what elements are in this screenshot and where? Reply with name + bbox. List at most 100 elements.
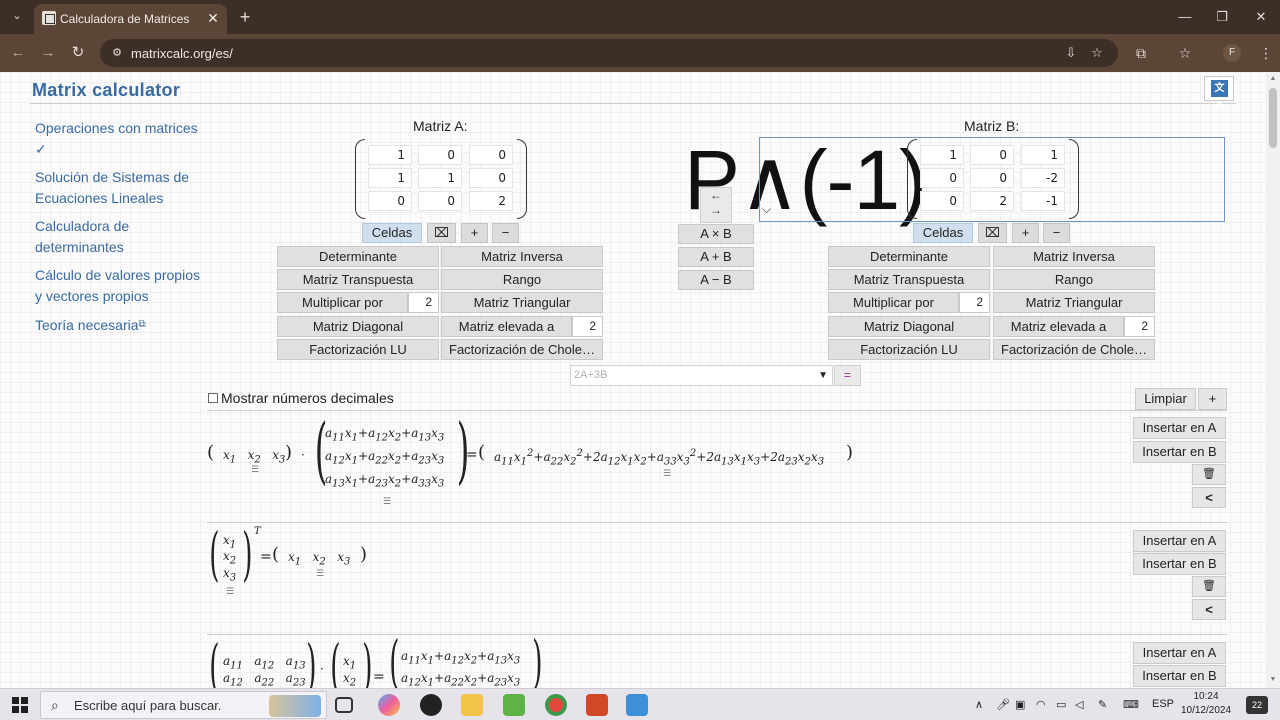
back-icon[interactable]: ← [8,43,28,63]
matrix-a-cell[interactable]: 1 [368,145,412,165]
matrix-a-diagonal-button[interactable]: Matriz Diagonal [277,316,439,337]
sidebar-item-eigen[interactable]: Cálculo de valores propios y vectores pr… [35,265,200,307]
matrix-b-determinant-button[interactable]: Determinante [828,246,990,267]
share-icon[interactable]: < [1192,487,1226,508]
chrome-icon[interactable] [545,694,567,716]
matrix-a-inverse-button[interactable]: Matriz Inversa [441,246,603,267]
powerpoint-icon[interactable] [586,694,608,716]
sidebar-item-linear-systems[interactable]: Solución de Sistemas de Ecuaciones Linea… [35,167,200,209]
show-decimals-toggle[interactable]: Mostrar números decimales [208,390,394,406]
evaluate-button[interactable]: = [834,365,861,386]
matrix-a-cholesky-button[interactable]: Factorización de Chole… [441,339,603,360]
copilot-icon[interactable] [378,694,400,716]
site-info-icon[interactable]: ⚙ [110,46,124,60]
bookmark-star-icon[interactable]: ☆ [1088,44,1106,62]
taskbar-search[interactable]: ⌕ Escribe aquí para buscar. [40,691,327,719]
result-menu-icon[interactable]: ☰ [251,464,259,475]
matrix-a-cell[interactable]: 2 [469,191,513,211]
tray-expand-icon[interactable]: ∧ [975,698,983,711]
matrix-b-transpose-button[interactable]: Matriz Transpuesta [828,269,990,290]
sidebar-item-theory[interactable]: Teoría necesaria⧉ [35,314,200,336]
tab-close-icon[interactable]: ✕ [205,10,221,26]
matrix-a-transpose-button[interactable]: Matriz Transpuesta [277,269,439,290]
matrix-b-cell[interactable]: 1 [920,145,964,165]
reload-icon[interactable]: ↻ [68,43,88,63]
matrix-a-cell[interactable]: 0 [418,191,462,211]
file-explorer-icon[interactable] [461,694,483,716]
result-menu-icon[interactable]: ☰ [383,496,391,507]
expression-input[interactable]: 2A+3B ▼ [570,365,833,386]
bookmarks-icon[interactable]: ☆ [1175,43,1195,63]
forward-icon[interactable]: → [38,43,58,63]
share-icon[interactable]: < [1192,599,1226,620]
matrix-b-cells-button[interactable]: Celdas [913,223,973,243]
insert-b-button[interactable]: Insertar en B [1133,553,1226,575]
matrix-b-power-input[interactable]: 2 [1124,316,1155,337]
result-menu-icon[interactable]: ☰ [226,586,234,597]
extensions-icon[interactable]: ⧉ [1131,43,1151,63]
notification-badge[interactable]: 22 [1246,696,1268,714]
swap-matrices-button[interactable]: ← → [700,187,732,223]
insert-b-button[interactable]: Insertar en B [1133,441,1226,463]
matrix-a-cell[interactable]: 0 [418,145,462,165]
keyboard-icon[interactable]: ⌨ [1123,698,1139,711]
matrix-b-multiply-input[interactable]: 2 [959,292,990,313]
matrix-a-power-button[interactable]: Matriz elevada a [441,316,572,337]
matrix-a-triangular-button[interactable]: Matriz Triangular [441,292,603,313]
language-indicator[interactable]: ESP [1152,698,1174,710]
install-app-icon[interactable]: ⇩ [1062,44,1080,62]
matrix-a-cells-button[interactable]: Celdas [362,223,422,243]
windows-start-icon[interactable] [12,697,28,713]
language-button[interactable]: 文A [1204,76,1234,111]
matrix-a-add-row-button[interactable]: + [461,223,488,243]
new-tab-button[interactable]: + [235,7,255,27]
matrix-a-cell[interactable]: 0 [368,191,412,211]
matrix-a-lu-button[interactable]: Factorización LU [277,339,439,360]
profile-avatar[interactable]: F [1223,44,1241,62]
matrix-b-cell[interactable]: 0 [970,168,1014,188]
tab-search-icon[interactable]: ⌄ [8,9,26,25]
matrix-a-cell[interactable]: 1 [418,168,462,188]
taskbar-clock[interactable]: 10:24 10/12/2024 [1176,690,1236,718]
decimals-checkbox[interactable] [208,393,218,403]
matrix-a-multiply-input[interactable]: 2 [408,292,439,313]
multiply-ab-button[interactable]: A × B [678,224,754,244]
matrix-b-triangular-button[interactable]: Matriz Triangular [993,292,1155,313]
matrix-b-cell[interactable]: 0 [920,168,964,188]
matrix-b-remove-row-button[interactable]: − [1043,223,1070,243]
site-title[interactable]: Matrix calculator [32,80,180,101]
sidebar-item-operations[interactable]: Operaciones con matrices ✓ [35,118,200,160]
page-scrollbar[interactable]: ▲ ▼ [1266,72,1280,688]
delete-icon[interactable]: 🗑 [1192,576,1226,597]
matrix-b-power-button[interactable]: Matriz elevada a [993,316,1124,337]
volume-icon[interactable]: ◁ [1075,698,1083,711]
matrix-b-lu-button[interactable]: Factorización LU [828,339,990,360]
battery-icon[interactable]: ▭ [1056,698,1066,711]
subtract-ab-button[interactable]: A − B [678,270,754,290]
insert-a-button[interactable]: Insertar en A [1133,642,1226,664]
add-ab-button[interactable]: A + B [678,247,754,267]
matrix-a-multiply-button[interactable]: Multiplicar por [277,292,408,313]
matrix-b-multiply-button[interactable]: Multiplicar por [828,292,959,313]
scrollbar-thumb[interactable] [1269,88,1277,148]
matrix-a-power-input[interactable]: 2 [572,316,603,337]
menu-icon[interactable]: ⋮ [1256,43,1276,63]
matrix-b-inverse-button[interactable]: Matriz Inversa [993,246,1155,267]
matrix-b-cell[interactable]: 0 [920,191,964,211]
matrix-b-cell[interactable]: -2 [1021,168,1065,188]
add-result-button[interactable]: + [1198,388,1227,410]
matrix-b-cell[interactable]: 2 [970,191,1014,211]
tray-device-icon[interactable]: ▣ [1015,698,1025,711]
clear-results-button[interactable]: Limpiar [1135,388,1196,410]
url-field[interactable]: ⚙ matrixcalc.org/es/ ⇩ ☆ [100,39,1118,67]
matrix-b-cholesky-button[interactable]: Factorización de Chole… [993,339,1155,360]
matrix-a-cell[interactable]: 0 [469,145,513,165]
matrix-a-clear-icon[interactable]: ⌧ [427,223,456,243]
delete-icon[interactable]: 🗑 [1192,464,1226,485]
scroll-down-icon[interactable]: ▼ [1269,676,1277,684]
wifi-icon[interactable]: ◠ [1036,698,1046,711]
task-view-icon[interactable] [335,697,353,713]
result-menu-icon[interactable]: ☰ [663,468,671,479]
microphone-icon[interactable]: 🎤︎ [996,698,1010,711]
matrix-b-cell[interactable]: -1 [1021,191,1065,211]
